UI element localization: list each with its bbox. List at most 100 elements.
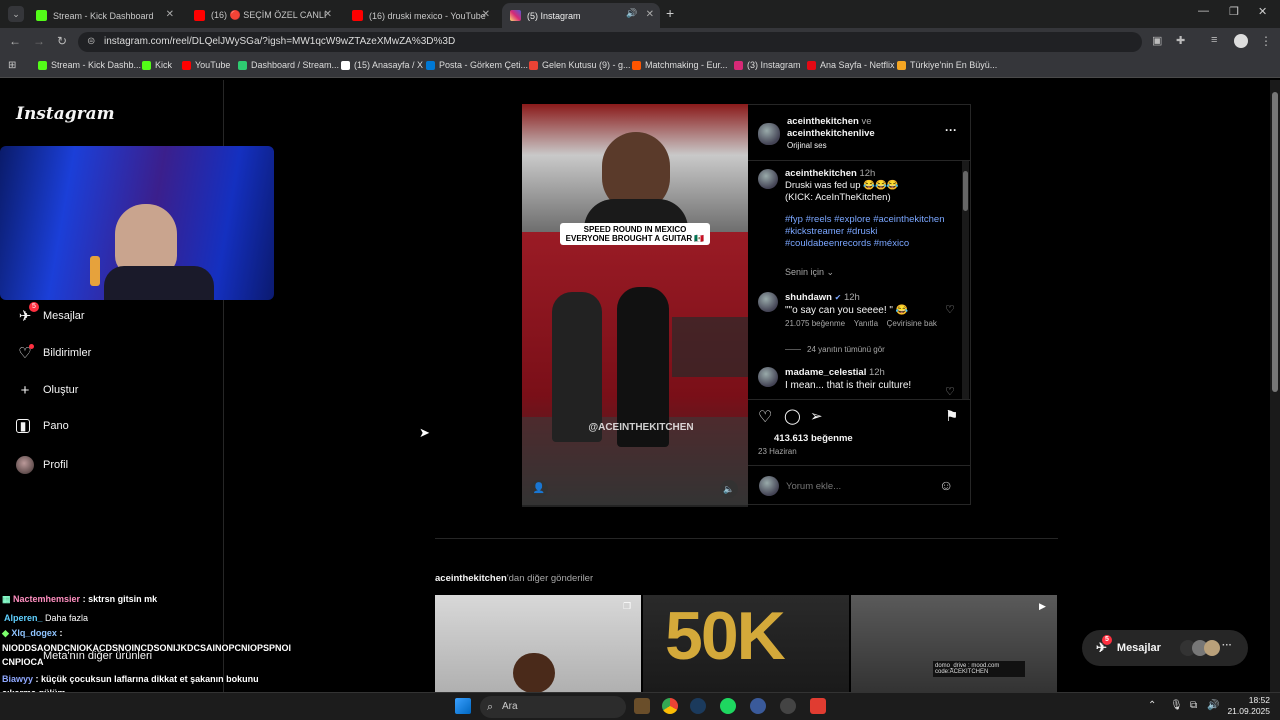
reply-button[interactable]: Yanıtla — [854, 319, 878, 328]
puzzle-icon[interactable]: ✚ — [1176, 34, 1185, 47]
restore-icon[interactable]: ❐ — [1229, 5, 1239, 18]
bookmark-item[interactable]: Matchmaking - Eur... — [632, 60, 728, 70]
back-arrow-icon[interactable]: ← — [9, 34, 21, 48]
tab-label: (5) Instagram — [527, 10, 581, 21]
minimize-icon[interactable]: — — [1198, 5, 1209, 17]
scrollbar-thumb[interactable] — [1272, 92, 1278, 392]
translate-button[interactable]: Çevirisine bak — [887, 319, 937, 328]
coauthor-username[interactable]: aceinthekitchenlive — [787, 128, 875, 139]
caption-username[interactable]: aceinthekitchen — [785, 168, 857, 179]
reload-icon[interactable]: ↻ — [57, 34, 67, 48]
new-tab-plus-icon[interactable]: + — [666, 5, 674, 21]
comment-like-heart-icon[interactable]: ♡ — [945, 303, 955, 316]
scrollbar-thumb[interactable] — [963, 171, 968, 211]
sidebar-item-profile[interactable]: Profil — [16, 456, 68, 474]
chrome-icon[interactable] — [662, 698, 678, 714]
app-icon[interactable] — [750, 698, 766, 714]
apps-grid-icon[interactable]: ⊞ — [8, 60, 16, 71]
messages-pill[interactable]: ✈ 5 Mesajlar ··· — [1082, 630, 1248, 666]
bookmark-item[interactable]: (3) Instagram — [734, 60, 801, 70]
close-icon[interactable]: ✕ — [646, 9, 654, 20]
instagram-logo[interactable]: Instagram — [16, 104, 115, 124]
author-avatar[interactable] — [758, 169, 778, 189]
steam-icon[interactable] — [690, 698, 706, 714]
author-avatar[interactable] — [758, 123, 780, 145]
windows-start-icon[interactable] — [455, 698, 471, 714]
sidebar-item-create[interactable]: + Oluştur — [16, 381, 79, 399]
sidebar-item-dashboard[interactable]: ▮ Pano — [16, 419, 69, 433]
bookmark-item[interactable]: Stream - Kick Dashb... — [38, 60, 141, 70]
extension-icon[interactable]: ▣ — [1152, 34, 1162, 47]
spotify-icon[interactable] — [720, 698, 736, 714]
post-thumbnail[interactable]: ▶ domo_drive : mood.com code:ACEKITCHEN — [851, 595, 1057, 692]
comment-like-heart-icon[interactable]: ♡ — [945, 385, 955, 398]
bookmark-item[interactable]: Posta - Görkem Çeti... — [426, 60, 528, 70]
for-you-dropdown[interactable]: Senin için ⌄ — [785, 267, 834, 278]
post-thumbnail[interactable]: ❐ — [435, 595, 641, 692]
kick-favicon-icon — [142, 60, 151, 70]
sidebar-item-messages[interactable]: ✈ 5 Mesajlar — [16, 302, 85, 325]
page-scrollbar[interactable] — [1270, 80, 1280, 692]
comment-input[interactable] — [786, 477, 936, 495]
save-bookmark-icon[interactable]: ⚑ — [945, 407, 958, 425]
close-icon[interactable]: ✕ — [324, 9, 332, 20]
app-icon[interactable] — [780, 698, 796, 714]
tab-kick-dashboard[interactable]: Stream - Kick Dashboard ✕ — [28, 3, 180, 28]
post-thumbnail[interactable]: 50K — [643, 595, 849, 692]
tab-instagram[interactable]: (5) Instagram 🔊 ✕ — [502, 3, 660, 28]
hashtag-links[interactable]: #kickstreamer #druski — [785, 226, 877, 237]
close-icon[interactable]: ✕ — [166, 9, 174, 20]
hashtag-links[interactable]: #couldabeenrecords #méxico — [785, 238, 909, 249]
clock[interactable]: 18:52 21.09.2025 — [1226, 695, 1270, 717]
sidebar-item-notifications[interactable]: ♡ Bildirimler — [16, 344, 91, 362]
bookmark-item[interactable]: (15) Anasayfa / X — [341, 60, 423, 70]
microphone-icon[interactable]: 🎙 — [1170, 700, 1183, 711]
comment-bubble-icon[interactable]: ◯ — [784, 407, 801, 425]
user-tag-icon[interactable]: 👤 — [530, 480, 548, 498]
chat-text: Daha fazla — [45, 613, 89, 623]
site-info-icon[interactable]: ⊜ — [87, 32, 95, 52]
post-panel: aceinthekitchen ve aceinthekitchenlive O… — [748, 104, 971, 505]
bookmark-item[interactable]: Gelen Kutusu (9) - g... — [529, 60, 631, 70]
task-view-icon[interactable] — [634, 698, 650, 714]
author-username[interactable]: aceinthekitchen — [787, 116, 859, 127]
bookmark-item[interactable]: YouTube — [182, 60, 230, 70]
network-icon[interactable]: ⧉ — [1190, 700, 1197, 711]
tray-chevron-icon[interactable]: ⌃ — [1148, 700, 1156, 711]
bookmark-item[interactable]: Türkiye'nin En Büyü... — [897, 60, 997, 70]
like-heart-icon[interactable]: ♡ — [758, 407, 772, 427]
forward-arrow-icon[interactable]: → — [33, 34, 45, 48]
emoji-smiley-icon[interactable]: ☺ — [939, 477, 953, 493]
comments-scrollbar[interactable] — [962, 161, 969, 399]
volume-icon[interactable]: 🔈 — [720, 480, 738, 498]
speaker-icon[interactable]: 🔊 — [626, 8, 637, 19]
bookmark-item[interactable]: Dashboard / Stream... — [238, 60, 339, 70]
kebab-menu-icon[interactable]: ⋮ — [1260, 34, 1272, 48]
app-icon[interactable] — [810, 698, 826, 714]
audio-label[interactable]: Orijinal ses — [787, 141, 827, 150]
bookmark-item[interactable]: Ana Sayfa - Netflix — [807, 60, 895, 70]
tab-search-chevron-icon[interactable]: ⌄ — [8, 6, 24, 22]
profile-avatar[interactable] — [1234, 34, 1248, 48]
taskbar-search[interactable]: ⌕ Ara — [480, 696, 626, 718]
comment-likes[interactable]: 21.075 beğenme — [785, 319, 845, 328]
close-icon[interactable]: ✕ — [482, 9, 490, 20]
more-options-icon[interactable]: ··· — [945, 123, 957, 137]
view-replies-button[interactable]: 24 yanıtın tümünü gör — [785, 345, 885, 354]
likes-count[interactable]: 413.613 beğenme — [774, 433, 853, 444]
hashtag-links[interactable]: #fyp #reels #explore #aceinthekitchen — [785, 214, 945, 225]
tab-youtube-live[interactable]: (16) 🔴 SEÇİM ÖZEL CANLI | Ki ✕ — [186, 3, 338, 28]
volume-icon[interactable]: 🔊 — [1207, 700, 1219, 711]
comment-username[interactable]: madame_celestial — [785, 367, 866, 378]
commenter-avatar[interactable] — [758, 292, 778, 312]
window-close-icon[interactable]: ✕ — [1258, 5, 1267, 18]
media-control-icon[interactable]: ≡ — [1211, 34, 1217, 46]
more-posts-username[interactable]: aceinthekitchen — [435, 573, 507, 584]
address-bar[interactable]: ⊜ instagram.com/reel/DLQelJWySGa/?igsh=M… — [78, 32, 1142, 52]
commenter-avatar[interactable] — [758, 367, 778, 387]
kick-favicon-icon — [38, 60, 47, 70]
comment-username[interactable]: shuhdawn — [785, 292, 832, 303]
bookmark-item[interactable]: Kick — [142, 60, 172, 70]
share-paper-plane-icon[interactable]: ➢ — [810, 407, 823, 425]
tab-youtube-druski[interactable]: (16) druski mexico - YouTube ✕ — [344, 3, 496, 28]
